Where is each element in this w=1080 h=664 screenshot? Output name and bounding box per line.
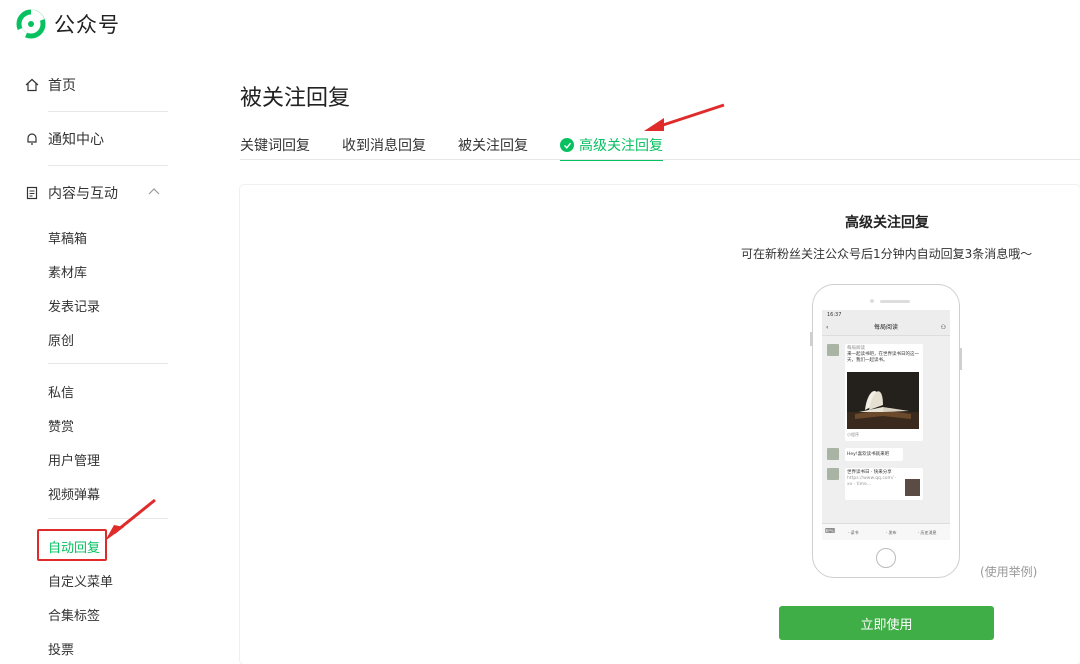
chevron-up-icon[interactable] [148, 185, 160, 198]
sidebar-item-label: 通知中心 [48, 132, 104, 148]
back-icon: ‹ [826, 324, 829, 331]
example-note: (使用举例) [980, 565, 1038, 579]
sidebar-item-auto-reply[interactable]: 自动回复 [48, 537, 100, 556]
sidebar-item-notifications[interactable]: 通知中心 [24, 129, 104, 149]
page-title: 被关注回复 [240, 86, 351, 111]
card-footer: 小程序 [847, 432, 859, 437]
sidebar-item-content-interaction[interactable]: 内容与互动 [24, 183, 118, 203]
phone-status-time: 16:37 [822, 310, 950, 320]
tab-advanced-follow-reply[interactable]: 高级关注回复 [560, 135, 663, 161]
top-bar: 公众号 [0, 0, 1080, 46]
sidebar-item-video-danmaku[interactable]: 视频弹幕 [48, 484, 100, 503]
sidebar-item-publish-history[interactable]: 发表记录 [48, 296, 100, 315]
use-now-button[interactable]: 立即使用 [779, 606, 994, 640]
wechat-official-account-logo-icon[interactable] [16, 9, 46, 39]
sidebar-item-label: 内容与互动 [48, 186, 118, 202]
avatar [827, 468, 839, 480]
menu-item: · 历史消息 [918, 530, 937, 535]
tab-label: 高级关注回复 [579, 138, 663, 154]
sidebar-item-home[interactable]: 首页 [24, 75, 76, 95]
keyboard-icon: ⌨ [825, 527, 836, 535]
sidebar-item-user-management[interactable]: 用户管理 [48, 450, 100, 469]
sidebar-item-custom-menu[interactable]: 自定义菜单 [48, 571, 113, 590]
chat-title: 每局阅读 [873, 324, 898, 331]
panel-title: 高级关注回复 [845, 215, 929, 231]
avatar [827, 448, 839, 460]
tab-divider [240, 159, 1080, 160]
menu-item: · 读书 [848, 530, 859, 535]
phone-camera [870, 299, 874, 303]
document-icon [24, 185, 40, 201]
phone-home-button [876, 548, 896, 568]
home-icon [24, 77, 40, 93]
chat-message-link: 世界读书日 · 快来分享 https://www.qq.com/ · xx · … [845, 468, 923, 500]
chat-bottom-menu: ⌨ · 读书 · 发布 · 历史消息 [822, 523, 950, 540]
divider [48, 165, 168, 166]
divider [48, 111, 168, 112]
tab-keyword-reply[interactable]: 关键词回复 [240, 135, 310, 155]
link-url: https://www.qq.com/ · xx · time... [847, 476, 897, 487]
sidebar-item-materials[interactable]: 素材库 [48, 262, 87, 281]
link-thumbnail [905, 479, 920, 496]
divider [48, 518, 168, 519]
check-icon [560, 138, 574, 152]
brand-name: 公众号 [54, 13, 120, 37]
avatar [827, 344, 839, 356]
divider [48, 363, 168, 364]
sidebar-item-messages[interactable]: 私信 [48, 382, 74, 401]
bell-icon [24, 131, 40, 147]
phone-screen: 16:37 ‹ 每局阅读 ⚇ 每局阅读 来一起读书吧，在世界读书日的这一天，我们… [822, 310, 950, 540]
panel-description: 可在新粉丝关注公众号后1分钟内自动回复3条消息哦～ [741, 247, 1033, 261]
tab-message-reply[interactable]: 收到消息回复 [342, 135, 426, 155]
chat-header: ‹ 每局阅读 ⚇ [822, 320, 950, 336]
sidebar-item-drafts[interactable]: 草稿箱 [48, 228, 87, 247]
sidebar-item-vote[interactable]: 投票 [48, 639, 74, 658]
phone-side-button [810, 332, 812, 346]
card-text: 来一起读书吧，在世界读书日的这一天，我们一起读书。 [847, 352, 919, 363]
sidebar-item-rewards[interactable]: 赞赏 [48, 416, 74, 435]
sidebar-item-collection-tags[interactable]: 合集标签 [48, 605, 100, 624]
phone-side-button [960, 348, 962, 370]
phone-speaker [880, 300, 910, 303]
profile-icon: ⚇ [940, 324, 946, 331]
sidebar-item-original[interactable]: 原创 [48, 330, 74, 349]
sidebar-item-label: 首页 [48, 78, 76, 94]
chat-message-text: Hey!喜欢读书就来吧 [845, 448, 903, 461]
menu-item: · 发布 [886, 530, 897, 535]
tab-follow-reply[interactable]: 被关注回复 [458, 135, 528, 155]
book-image [847, 372, 919, 429]
